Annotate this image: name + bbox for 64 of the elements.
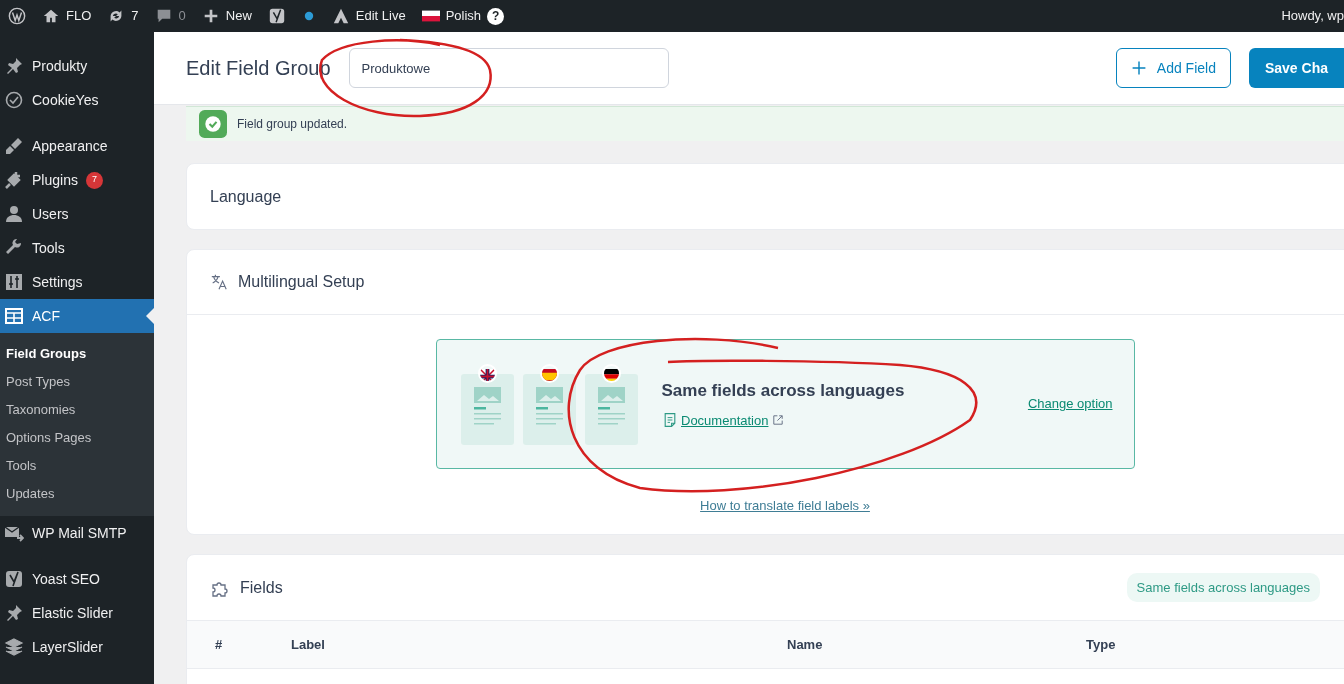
submenu-item[interactable]: Updates: [0, 480, 154, 508]
change-option-link[interactable]: Change option: [1027, 394, 1113, 414]
panel-title[interactable]: Language: [210, 184, 282, 209]
sidebar-item[interactable]: LayerSlider: [0, 630, 154, 664]
external-link-icon[interactable]: [771, 414, 784, 427]
column-header: Name: [787, 635, 824, 654]
admin-bar-link[interactable]: FLO: [66, 6, 92, 26]
yoast-icon[interactable]: [267, 7, 286, 25]
sidebar-item[interactable]: Users: [0, 197, 154, 231]
option-title: Same fields across languages: [661, 380, 906, 402]
sliders-icon: [4, 272, 24, 292]
submenu-item[interactable]: Post Types: [0, 368, 154, 396]
flag-icon: [541, 369, 557, 381]
admin-bar-link[interactable]: 7: [131, 6, 139, 26]
admin-bar-link[interactable]: Edit Live: [355, 6, 406, 26]
column-header: Label: [291, 635, 326, 654]
help-link[interactable]: How to translate field labels »: [700, 498, 870, 513]
triangle-logo-icon[interactable]: [331, 7, 350, 25]
wordpress-logo-icon[interactable]: [8, 7, 26, 25]
save-button[interactable]: Save Cha: [1248, 48, 1344, 88]
flag-icon: [479, 369, 495, 381]
user-icon: [4, 204, 24, 224]
submenu-item[interactable]: Options Pages: [0, 424, 154, 452]
cookie-icon: [4, 90, 24, 110]
documentation-link[interactable]: Documentation: [681, 410, 769, 430]
layers-icon: [4, 637, 24, 657]
submenu-item[interactable]: Taxonomies: [0, 396, 154, 424]
admin-bar-link[interactable]: 0: [178, 6, 186, 26]
yoast-icon: [4, 569, 24, 589]
column-header: Type: [1086, 635, 1117, 654]
check-icon: [199, 110, 227, 138]
notice-text: Field group updated.: [237, 116, 348, 133]
sidebar-item[interactable]: Settings: [0, 265, 154, 299]
sidebar-item[interactable]: ACF: [0, 299, 154, 333]
panel-title[interactable]: Multilingual Setup: [238, 270, 365, 294]
sidebar-item[interactable]: CookieYes: [0, 83, 154, 117]
brush-icon: [4, 136, 24, 156]
sidebar-item[interactable]: Plugins 7: [0, 163, 154, 197]
image-icon: [473, 386, 501, 427]
status-pill: Same fields across languages: [1126, 572, 1320, 603]
flag-icon: [603, 369, 619, 381]
translate-icon: [210, 273, 228, 291]
column-header: #: [215, 635, 224, 654]
admin-bar-link[interactable]: Polish: [445, 6, 482, 26]
sidebar-item[interactable]: Appearance: [0, 129, 154, 163]
sidebar-item[interactable]: Yoast SEO: [0, 562, 154, 596]
title-field[interactable]: Produktowe: [348, 48, 669, 88]
panel-title[interactable]: Fields: [240, 575, 1117, 600]
sidebar-item[interactable]: Tools: [0, 231, 154, 265]
greeting-text[interactable]: Howdy, wp: [1281, 6, 1344, 26]
sidebar-item[interactable]: Produkty: [0, 49, 154, 83]
image-icon: [597, 386, 625, 427]
plus-icon: [1130, 60, 1147, 76]
home-icon[interactable]: [42, 7, 60, 25]
count-badge: 7: [85, 171, 103, 189]
add-field-button[interactable]: Add Field: [1115, 48, 1231, 88]
sidebar-item[interactable]: WP Mail SMTP: [0, 516, 154, 550]
admin-bar-link[interactable]: New: [225, 6, 252, 26]
image-icon: [535, 386, 563, 427]
submenu-item[interactable]: Tools: [0, 452, 154, 480]
sidebar-item[interactable]: Elastic Slider: [0, 596, 154, 630]
help-icon[interactable]: ?: [487, 7, 505, 25]
submenu-item[interactable]: Field Groups: [0, 340, 154, 368]
table-icon: [4, 306, 24, 326]
